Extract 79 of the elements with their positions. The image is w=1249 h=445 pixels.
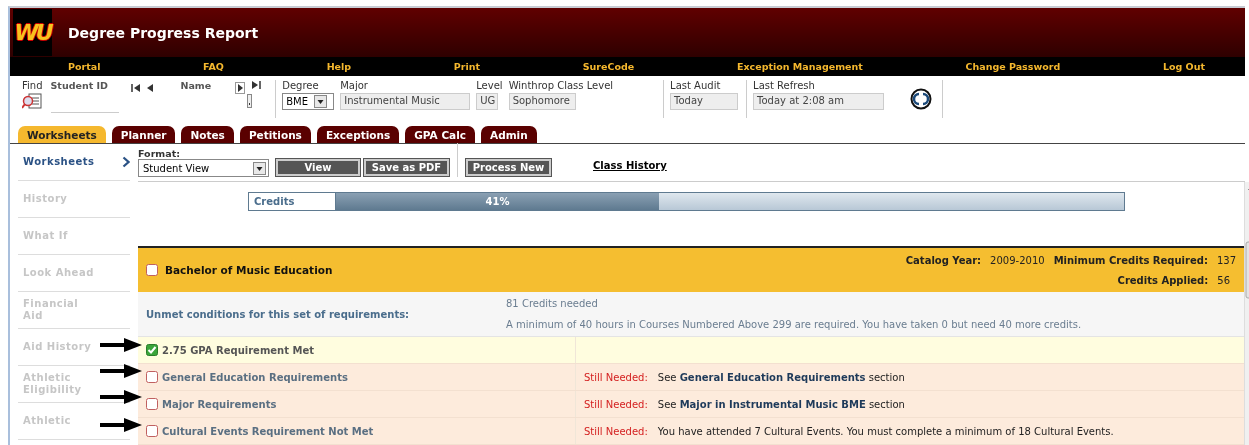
checkbox[interactable] [146,371,158,383]
checkbox[interactable] [146,425,158,437]
nav-link[interactable]: FAQ [203,61,224,72]
meta-label: Minimum Credits Required: [1053,254,1208,266]
annotation-arrow [100,390,142,404]
next-icon[interactable] [235,82,246,94]
field-label: Name [180,80,212,91]
requirement-title[interactable]: 2.75 GPA Requirement Met [162,344,314,356]
unmet-condition: A minimum of 40 hours in Courses Numbered Above 299 are required. You have taken 0 but need 40 more credits. [506,319,1082,330]
dropdown-icon[interactable] [314,95,328,108]
annotation-arrow [100,338,142,352]
field-label: Major [340,80,369,91]
checkbox[interactable] [146,398,158,410]
field-label: Degree [282,80,320,91]
nav-link[interactable]: Log Out [1162,61,1205,72]
toolbar-button[interactable]: Save as PDF [364,159,449,176]
meta-value: 2009-2010 [990,254,1045,266]
unmet-label: Unmet conditions for this set of requirements: [145,308,411,320]
meta-label: Catalog Year: [905,254,982,266]
requirement-title[interactable]: Cultural Events Requirement Not Met [162,425,374,437]
meta-label: Credits Applied: [1117,274,1209,286]
status-label: Still Needed: [584,398,648,410]
requirement-title[interactable]: Major Requirements [162,398,277,410]
tab[interactable]: Petitions [239,126,311,143]
field-label: Last Audit [670,80,722,91]
toolbar-button[interactable]: View [276,159,360,176]
field-label: Level [476,80,503,91]
logo: WU [13,9,52,56]
unmet-condition: 81 Credits needed [506,298,599,309]
format-select[interactable]: Student View [138,159,269,177]
requirement-detail: You have attended 7 Cultural Events. You must complete a minimum of 18 Cultural Events. [657,425,1114,437]
tab[interactable]: Planner [111,126,176,143]
meta-value: 137 [1216,254,1236,266]
tab[interactable]: Notes [181,126,234,143]
status-label: Still Needed: [584,425,648,437]
toolbar-button[interactable]: Process New [466,159,551,176]
nav-link[interactable]: SureCode [582,61,635,72]
checkbox[interactable] [146,264,158,276]
dropdown-icon[interactable] [253,161,266,175]
nav-link[interactable]: Help [326,61,352,72]
class-history-link[interactable]: Class History [593,160,667,171]
refresh-icon[interactable] [910,88,933,110]
previous-icon[interactable] [146,83,153,93]
progress-reading: 41% [485,196,510,207]
tab[interactable]: GPA Calc [405,126,475,143]
tab[interactable]: Worksheets [18,126,106,143]
field-label: Winthrop Class Level [508,80,614,91]
meta-value: 56 [1217,274,1230,286]
tab[interactable]: Admin [481,126,537,143]
annotation-arrow [100,364,142,378]
nav-link[interactable]: Portal [68,61,101,72]
input-field[interactable]: Today [670,93,739,110]
chevron-right-icon [122,156,130,168]
find-label: Find [22,80,43,91]
sidebar-item[interactable]: Worksheets [23,156,95,168]
tab[interactable]: Exceptions [316,126,400,143]
field-label: Student ID [50,80,109,91]
last-icon[interactable] [251,80,262,90]
input-field[interactable]: Instrumental Music [340,93,471,110]
annotation-arrow [100,418,142,432]
format-label: Format: [138,148,181,159]
field-label: Last Refresh [753,80,816,91]
nav-link[interactable]: Print [453,61,481,72]
page-title: Degree Progress Report [68,24,259,41]
requirement-detail: See Major in Instrumental Music BME section [657,398,905,410]
checkbox[interactable] [146,344,158,356]
nav-link[interactable]: Change Password [965,61,1061,72]
requirement-title[interactable]: General Education Requirements [162,371,348,383]
input-field[interactable]: Today at 2:08 am [753,93,885,110]
search-icon[interactable] [22,93,43,109]
block-title: Bachelor of Music Education [165,264,333,276]
status-label: Still Needed: [584,371,648,383]
progress-bar: Credits 41% [248,192,1125,211]
degree-select[interactable]: BME [282,93,335,110]
input-field[interactable]: Sophomore [508,93,576,110]
nav-link[interactable]: Exception Management [736,61,863,72]
requirement-detail: See General Education Requirements section [657,371,905,383]
first-icon[interactable] [130,83,141,93]
input-field[interactable]: UG [476,93,499,110]
